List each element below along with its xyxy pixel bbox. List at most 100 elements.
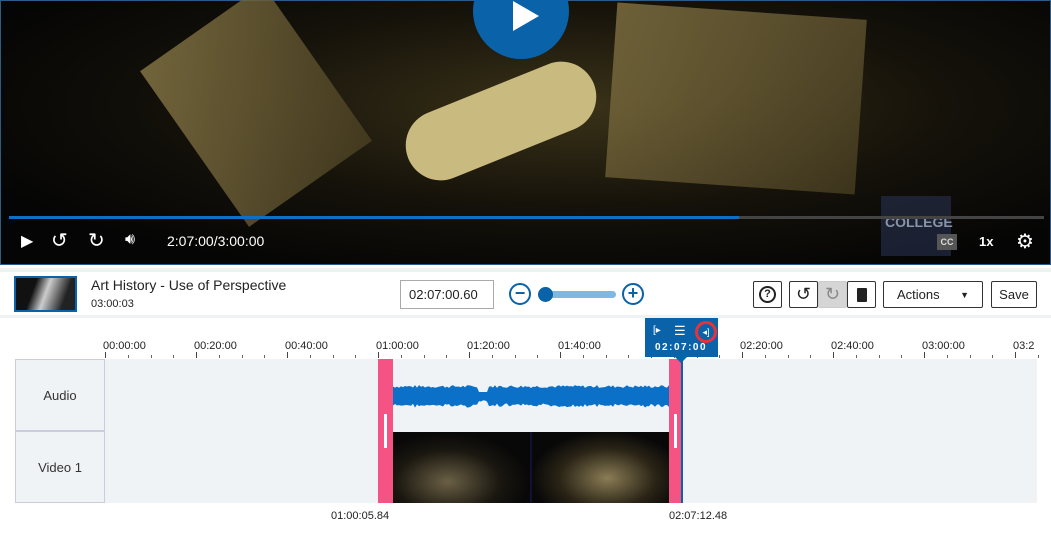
actions-dropdown[interactable]: Actions ▼: [883, 281, 983, 308]
playhead-marker[interactable]: [▸ ☰ ◂] 02:07:00: [645, 318, 718, 363]
tick-label: 00:20:00: [194, 340, 237, 352]
minor-tick: [446, 355, 448, 358]
video-player[interactable]: COLLEGE ▶ ↺ ↻ 🔊︎ 2:07:00/3:00:00 CC 1x ⚙: [0, 0, 1051, 265]
save-button[interactable]: Save: [991, 281, 1037, 308]
actions-label: Actions: [897, 287, 940, 302]
video-thumbnail: [393, 432, 532, 503]
cc-button[interactable]: CC: [937, 234, 957, 250]
track-label-audio: Audio: [15, 359, 105, 431]
menu-icon[interactable]: ☰: [674, 323, 686, 339]
minor-tick: [719, 355, 721, 358]
minor-tick: [309, 355, 311, 358]
trash-icon: [856, 287, 867, 302]
progress-fill: [9, 216, 740, 219]
set-in-point-icon[interactable]: [▸: [653, 325, 661, 336]
minor-tick: [514, 355, 516, 358]
minor-tick: [605, 355, 607, 358]
forward-icon[interactable]: ↻: [88, 228, 105, 253]
volume-icon[interactable]: 🔊︎: [125, 231, 135, 249]
media-title: Art History - Use of Perspective: [91, 277, 287, 293]
tick-label: 00:00:00: [103, 340, 146, 352]
tick-mark: [742, 352, 743, 358]
tick-label: 02:40:00: [831, 340, 874, 352]
redo-icon: ↻: [824, 284, 841, 304]
help-button[interactable]: ?: [753, 281, 782, 308]
play-icon[interactable]: ▶: [21, 231, 33, 251]
minor-tick: [150, 355, 152, 358]
media-duration: 03:00:03: [91, 298, 134, 310]
undo-button[interactable]: ↺: [789, 281, 818, 308]
speed-button[interactable]: 1x: [979, 234, 993, 249]
tick-mark: [378, 352, 379, 358]
video-thumbnail: [532, 432, 669, 503]
minor-tick: [764, 355, 766, 358]
tick-mark: [196, 352, 197, 358]
minor-tick: [901, 355, 903, 358]
minor-tick: [878, 355, 880, 358]
minor-tick: [855, 355, 857, 358]
tick-label: 01:20:00: [467, 340, 510, 352]
tick-mark: [833, 352, 834, 358]
minor-tick: [173, 355, 175, 358]
progress-bar[interactable]: [9, 216, 1044, 219]
minor-tick: [969, 355, 971, 358]
selection-start-handle[interactable]: [378, 359, 393, 503]
time-input[interactable]: [400, 280, 494, 309]
minor-tick: [628, 355, 630, 358]
minor-tick: [400, 355, 402, 358]
video-frame-object: [140, 0, 372, 227]
selection-end-time: 02:07:12.48: [669, 510, 728, 522]
settings-gear-icon[interactable]: ⚙: [1016, 229, 1034, 254]
redo-button[interactable]: ↻: [818, 281, 847, 308]
zoom-slider-thumb[interactable]: [538, 287, 553, 302]
minor-tick: [264, 355, 266, 358]
tick-label: 01:40:00: [558, 340, 601, 352]
tick-mark: [560, 352, 561, 358]
minor-tick: [992, 355, 994, 358]
video-frame-object: [605, 2, 867, 195]
tick-mark: [924, 352, 925, 358]
minor-tick: [332, 355, 334, 358]
audio-waveform: [393, 359, 669, 431]
tick-label: 03:00:00: [922, 340, 965, 352]
playhead-time: 02:07:00: [655, 342, 708, 353]
time-display: 2:07:00/3:00:00: [167, 233, 265, 249]
big-play-button[interactable]: [473, 0, 569, 59]
playhead-pointer: [675, 357, 687, 363]
caret-down-icon: ▼: [960, 289, 969, 300]
minor-tick: [537, 355, 539, 358]
video-frame-object: [395, 51, 607, 191]
help-icon: ?: [759, 286, 776, 303]
zoom-out-icon[interactable]: −: [509, 283, 531, 305]
selection-end-handle[interactable]: [669, 359, 681, 503]
zoom-slider[interactable]: [538, 287, 616, 302]
tick-label: 02:20:00: [740, 340, 783, 352]
minor-tick: [946, 355, 948, 358]
track-label-video: Video 1: [15, 431, 105, 503]
video-clip[interactable]: [393, 432, 669, 503]
delete-button[interactable]: [847, 281, 876, 308]
tick-mark: [1015, 352, 1016, 358]
tick-label: 01:00:00: [376, 340, 419, 352]
minor-tick: [1037, 355, 1039, 358]
minor-tick: [423, 355, 425, 358]
tick-label: 03:2: [1013, 340, 1035, 352]
minor-tick: [582, 355, 584, 358]
playhead-line[interactable]: [681, 357, 683, 503]
tick-mark: [105, 352, 106, 358]
set-out-point-icon[interactable]: ◂]: [695, 321, 717, 343]
minor-tick: [355, 355, 357, 358]
tick-label: 00:40:00: [285, 340, 328, 352]
minor-tick: [787, 355, 789, 358]
zoom-in-icon[interactable]: +: [622, 283, 644, 305]
minor-tick: [810, 355, 812, 358]
undo-icon: ↺: [795, 284, 812, 304]
minor-tick: [241, 355, 243, 358]
minor-tick: [127, 355, 129, 358]
media-thumbnail: [14, 276, 77, 312]
selection-start-time: 01:00:05.84: [331, 510, 390, 522]
tick-mark: [287, 352, 288, 358]
tick-mark: [469, 352, 470, 358]
rewind-icon[interactable]: ↺: [51, 228, 68, 253]
minor-tick: [218, 355, 220, 358]
